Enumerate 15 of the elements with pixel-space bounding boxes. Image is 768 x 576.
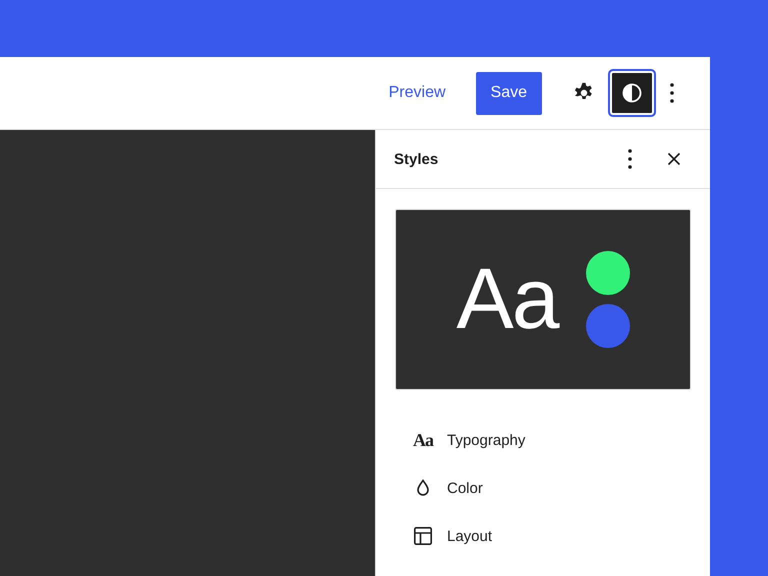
vertical-dots-icon: [670, 83, 674, 103]
menu-item[interactable]: Color: [395, 466, 691, 510]
vertical-dots-icon: [628, 149, 632, 169]
sample-text: Aa: [456, 250, 558, 349]
preview-button[interactable]: Preview: [376, 74, 458, 112]
style-preview-card[interactable]: Aa: [395, 209, 691, 390]
close-icon: [667, 152, 681, 166]
menu-item[interactable]: Aa Typography: [395, 418, 691, 462]
typography-icon: Aa: [413, 430, 433, 450]
save-button[interactable]: Save: [476, 72, 542, 114]
styles-button[interactable]: [610, 71, 654, 115]
contrast-icon: [620, 81, 644, 105]
panel-title: Styles: [394, 150, 438, 168]
layout-icon: [411, 524, 435, 548]
menu-item[interactable]: Layout: [395, 514, 691, 558]
